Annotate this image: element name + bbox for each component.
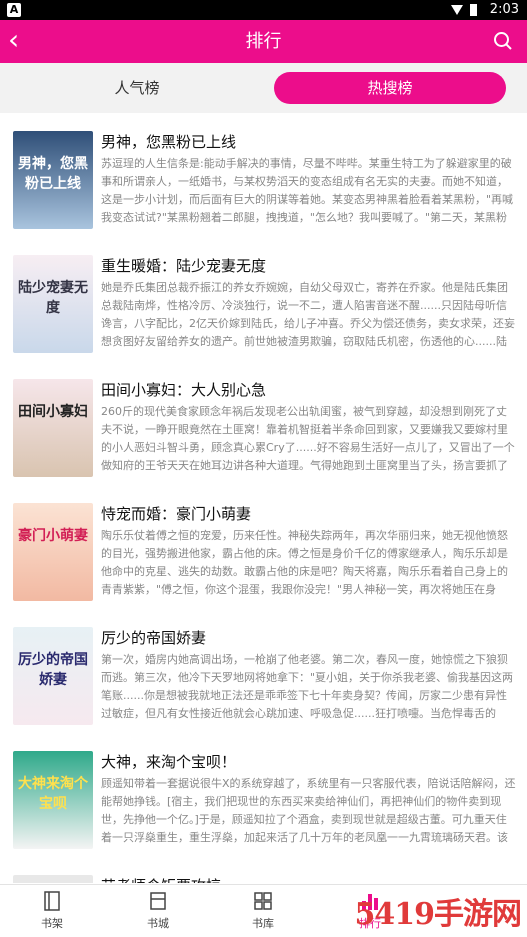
book-description: 第一次，婚房内她高调出场，一枪崩了他老婆。第二次，春风一度，她惊慌之下狼狈而逃。… xyxy=(101,653,514,720)
book-description: 苏逗珵的人生信条是:能动手解决的事情，尽量不哔哔。某重生特工为了躲避家里的破事和… xyxy=(101,157,514,224)
nav-bookshelf[interactable]: 书架 xyxy=(22,891,82,931)
tab-hot-search[interactable]: 热搜榜 xyxy=(274,72,506,104)
tab-popularity[interactable]: 人气榜 xyxy=(28,72,246,104)
ranking-tabs: 人气榜 热搜榜 xyxy=(0,63,527,113)
book-item[interactable]: 艺考师令矩要攻掠 xyxy=(0,857,527,883)
book-title: 大神，来淘个宝呗！ xyxy=(101,753,237,771)
nav-label: 书架 xyxy=(41,917,63,930)
book-item[interactable]: 豪门小萌妻 恃宠而婚：豪门小萌妻 陶乐乐仗着傅之恒的宠爱，历来任性。神秘失踪两年… xyxy=(0,485,527,609)
battery-icon xyxy=(470,4,477,16)
wifi-icon xyxy=(451,5,463,15)
nav-bookstore[interactable]: 书城 xyxy=(128,891,188,931)
status-time: 2:03 xyxy=(489,2,519,17)
book-title: 田间小寡妇：大人别心急 xyxy=(101,381,267,399)
book-item[interactable]: 厉少的帝国娇妻 厉少的帝国娇妻 第一次，婚房内她高调出场，一枪崩了他老婆。第二次… xyxy=(0,609,527,733)
app-bar: 排行 ‹ xyxy=(0,20,527,63)
bottom-nav: 书架 书城 书库 排行 5419手游网 xyxy=(0,884,527,937)
book-description: 她是乔氏集团总裁乔振江的养女乔婉婉，自幼父母双亡，寄养在乔家。他是陆氏集团总裁陆… xyxy=(101,281,515,348)
book-icon xyxy=(44,891,60,911)
book-title: 重生暖婚：陆少宠妻无度 xyxy=(101,257,267,275)
book-title: 男神，您黑粉已上线 xyxy=(101,133,237,151)
status-bar: A 2:03 xyxy=(0,0,527,20)
page-title: 排行 xyxy=(245,31,282,52)
nav-label: 书城 xyxy=(147,917,169,930)
book-title: 厉少的帝国娇妻 xyxy=(101,629,207,647)
book-cover: 田间小寡妇 xyxy=(13,379,93,477)
book-cover: 陆少宠妻无度 xyxy=(13,255,93,353)
search-icon[interactable] xyxy=(493,31,513,55)
book-list: 男神，您黑粉已上线 男神，您黑粉已上线 苏逗珵的人生信条是:能动手解决的事情，尽… xyxy=(0,113,527,883)
nav-label: 书库 xyxy=(252,917,274,930)
book-title: 恃宠而婚：豪门小萌妻 xyxy=(101,505,252,523)
book-cover: 大神来淘个宝呗 xyxy=(13,751,93,849)
book-cover: 厉少的帝国娇妻 xyxy=(13,627,93,725)
book-description: 陶乐乐仗着傅之恒的宠爱，历来任性。神秘失踪两年，再次华丽归来，她无视他愤怒的目光… xyxy=(101,529,508,596)
book-description: 顾遥知带着一套据说很牛X的系统穿越了，系统里有一只客服代表，陪说话陪解闷，还能帮… xyxy=(101,777,516,844)
book-description: 260斤的现代美食家顾念年祸后发现老公出轨闺蜜，被气到穿越，却没想到刚死了丈夫不… xyxy=(101,405,515,472)
book-item[interactable]: 田间小寡妇 田间小寡妇：大人别心急 260斤的现代美食家顾念年祸后发现老公出轨闺… xyxy=(0,361,527,485)
back-icon[interactable]: ‹ xyxy=(8,24,19,56)
book-item[interactable]: 大神来淘个宝呗 大神，来淘个宝呗！ 顾遥知带着一套据说很牛X的系统穿越了，系统里… xyxy=(0,733,527,857)
app-logo-icon: A xyxy=(7,3,21,17)
book-cover xyxy=(13,875,93,883)
watermark-logo: 5419手游网 xyxy=(354,897,522,932)
book-item[interactable]: 男神，您黑粉已上线 男神，您黑粉已上线 苏逗珵的人生信条是:能动手解决的事情，尽… xyxy=(0,113,527,237)
book-cover: 男神，您黑粉已上线 xyxy=(13,131,93,229)
book-item[interactable]: 陆少宠妻无度 重生暖婚：陆少宠妻无度 她是乔氏集团总裁乔振江的养女乔婉婉，自幼父… xyxy=(0,237,527,361)
book-cover: 豪门小萌妻 xyxy=(13,503,93,601)
grid-icon xyxy=(254,892,272,910)
book-title: 艺考师令矩要攻掠 xyxy=(101,875,221,883)
bookstore-icon xyxy=(150,892,166,910)
nav-library[interactable]: 书库 xyxy=(233,891,293,931)
